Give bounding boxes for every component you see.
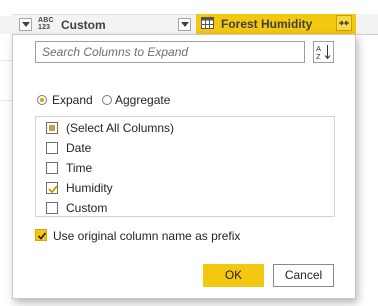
date-checkbox[interactable] — [46, 142, 58, 154]
list-item-label: Humidity — [66, 181, 113, 195]
list-item-label: Time — [66, 161, 93, 175]
expand-column-button[interactable] — [336, 15, 352, 31]
expand-radio[interactable] — [37, 95, 47, 105]
search-placeholder: Search Columns to Expand — [42, 45, 189, 59]
sort-az-icon: A Z — [316, 44, 331, 61]
prefix-checkbox[interactable] — [35, 229, 47, 241]
next-column-header — [356, 14, 378, 35]
list-item-label: (Select All Columns) — [66, 121, 175, 135]
custom-column-name: Custom — [61, 18, 106, 32]
aggregate-label: Aggregate — [115, 93, 171, 107]
expand-arrows-icon — [339, 20, 349, 26]
prefix-label: Use original column name as prefix — [53, 229, 241, 243]
custom-column-filter-button[interactable] — [19, 18, 32, 31]
select-all-checkbox[interactable] — [46, 122, 58, 134]
checkmark-icon — [48, 185, 58, 194]
custom-column-dropdown-button[interactable] — [178, 18, 191, 31]
row-divider — [0, 100, 12, 101]
expand-label: Expand — [52, 93, 93, 107]
humidity-checkbox[interactable] — [46, 182, 58, 194]
expand-column-popup: Search Columns to Expand A Z Expand Aggr… — [12, 34, 356, 299]
row-divider — [0, 60, 12, 61]
type-badge-bottom: 123 — [38, 24, 51, 31]
aggregate-radio-option[interactable]: Aggregate — [102, 93, 222, 109]
type-any-icon[interactable]: ABC 123 — [38, 17, 54, 31]
type-badge-top: ABC — [38, 17, 54, 24]
sort-columns-button[interactable]: A Z — [313, 41, 334, 63]
column-list: (Select All Columns) Date Time Humidity … — [35, 116, 335, 217]
custom-column-header[interactable]: ABC 123 Custom — [12, 14, 196, 36]
time-checkbox[interactable] — [46, 162, 58, 174]
list-item-label: Custom — [66, 201, 108, 215]
table-icon[interactable] — [201, 17, 214, 29]
ok-button[interactable]: OK — [203, 264, 264, 287]
checkmark-icon — [37, 232, 47, 240]
custom-checkbox[interactable] — [46, 202, 58, 214]
list-item-label: Date — [66, 141, 92, 155]
column-header-row: ABC 123 Custom Forest Humidity — [0, 0, 378, 36]
search-columns-input[interactable]: Search Columns to Expand — [35, 41, 305, 63]
forest-humidity-column-header[interactable]: Forest Humidity — [196, 14, 356, 34]
cancel-button[interactable]: Cancel — [273, 264, 334, 287]
aggregate-radio[interactable] — [102, 95, 112, 105]
chevron-down-icon — [181, 22, 189, 27]
chevron-down-icon — [22, 22, 30, 27]
forest-humidity-column-name: Forest Humidity — [221, 17, 313, 31]
svg-text:Z: Z — [316, 52, 321, 61]
